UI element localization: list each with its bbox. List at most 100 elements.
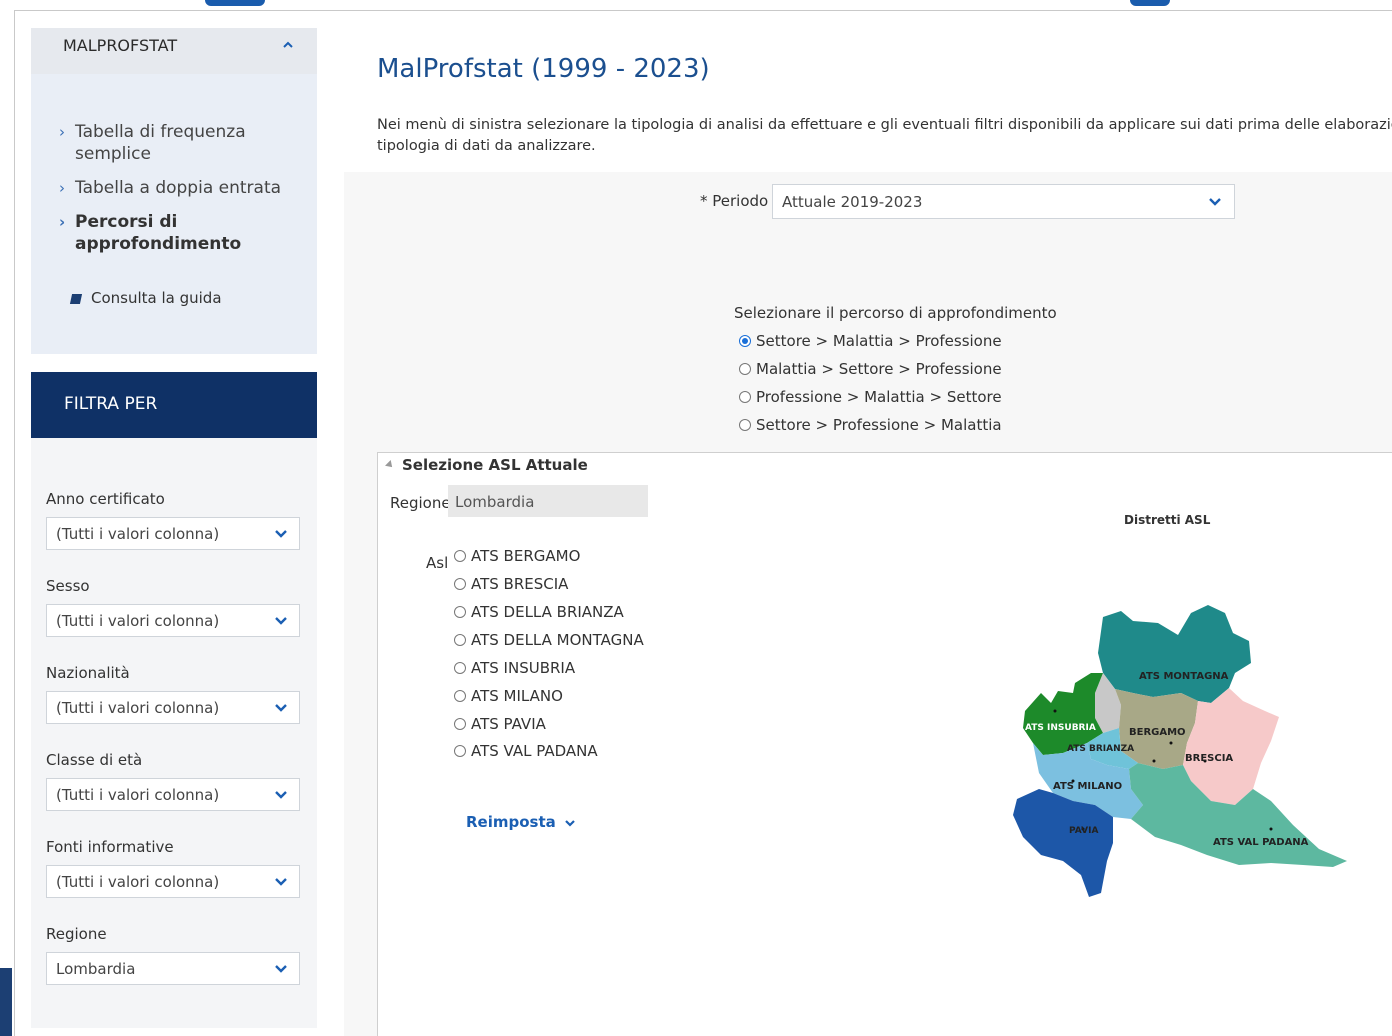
filter-select-sesso[interactable]: (Tutti i valori colonna) [46, 604, 300, 637]
reset-label: Reimposta [466, 813, 556, 831]
radio-button[interactable] [454, 634, 466, 646]
radio-button[interactable] [454, 578, 466, 590]
asl-option[interactable]: ATS DELLA BRIANZA [454, 603, 624, 621]
filter-select-regione[interactable]: Lombardia [46, 952, 300, 985]
chevron-right-icon: › [59, 123, 65, 141]
percorso-option[interactable]: Professione > Malattia > Settore [739, 388, 1002, 406]
radio-label: Professione > Malattia > Settore [756, 388, 1002, 406]
region-value: Lombardia [455, 493, 535, 511]
map-region-montagna [1098, 605, 1251, 703]
radio-button[interactable] [454, 606, 466, 618]
radio-button[interactable] [739, 419, 751, 431]
lombardia-map[interactable]: ATS MONTAGNA ATS INSUBRIA BERGAMO ATS BR… [1003, 593, 1348, 913]
frame-top-border [14, 10, 1392, 11]
asl-option[interactable]: ATS VAL PADANA [454, 742, 598, 760]
chevron-down-icon [1209, 198, 1221, 206]
guide-link[interactable]: Consulta la guida [69, 289, 222, 307]
nav-menu: › Tabella di frequenza semplice › Tabell… [31, 74, 317, 354]
asl-panel-toggle[interactable]: Selezione ASL Attuale [385, 456, 588, 474]
select-value: (Tutti i valori colonna) [56, 699, 220, 717]
guide-label: Consulta la guida [91, 289, 222, 307]
filter-select-classe-eta[interactable]: (Tutti i valori colonna) [46, 778, 300, 811]
select-value: Lombardia [56, 960, 136, 978]
asl-panel-title: Selezione ASL Attuale [402, 456, 588, 474]
nav-item-doppia-entrata[interactable]: › Tabella a doppia entrata [59, 177, 315, 199]
radio-button[interactable] [739, 363, 751, 375]
intro-line: tipologia di dati da analizzare. [377, 138, 596, 154]
region-field: Lombardia [448, 485, 648, 517]
asl-option[interactable]: ATS PAVIA [454, 715, 546, 733]
percorso-option[interactable]: Settore > Malattia > Professione [739, 332, 1002, 350]
map-label-pavia: PAVIA [1069, 826, 1098, 836]
filter-select-fonti[interactable]: (Tutti i valori colonna) [46, 865, 300, 898]
filter-select-nazionalita[interactable]: (Tutti i valori colonna) [46, 691, 300, 724]
asl-option-label: ATS BERGAMO [471, 547, 581, 565]
filter-panel: Anno certificato (Tutti i valori colonna… [31, 438, 317, 1028]
percorso-option[interactable]: Malattia > Settore > Professione [739, 360, 1002, 378]
asl-option-label: ATS DELLA BRIANZA [471, 603, 624, 621]
map-label-bergamo: BERGAMO [1129, 727, 1186, 738]
radio-button[interactable] [454, 718, 466, 730]
radio-button[interactable] [739, 391, 751, 403]
radio-label: Settore > Professione > Malattia [756, 416, 1002, 434]
nav-item-label: Tabella a doppia entrata [75, 178, 282, 198]
select-value: (Tutti i valori colonna) [56, 873, 220, 891]
map-label-brianza: ATS BRIANZA [1067, 744, 1134, 754]
map-label-montagna: ATS MONTAGNA [1139, 671, 1229, 682]
filter-label-fonti: Fonti informative [46, 838, 174, 856]
reset-button[interactable]: Reimposta [466, 813, 576, 831]
asl-option-label: ATS DELLA MONTAGNA [471, 631, 644, 649]
percorso-title: Selezionare il percorso di approfondimen… [734, 304, 1057, 322]
radio-button[interactable] [454, 550, 466, 562]
nav-item-percorsi[interactable]: › Percorsi di approfondimento [59, 211, 265, 255]
select-value: Attuale 2019-2023 [782, 193, 923, 211]
top-bar [0, 0, 1392, 10]
radio-button[interactable] [454, 662, 466, 674]
book-icon [69, 294, 83, 304]
asl-option-label: ATS VAL PADANA [471, 742, 598, 760]
asl-option[interactable]: ATS INSUBRIA [454, 659, 575, 677]
nav-header[interactable]: MALPROFSTAT [31, 28, 317, 74]
corner-decoration [0, 968, 12, 1036]
top-decoration [1130, 0, 1170, 6]
filter-label-sesso: Sesso [46, 577, 90, 595]
asl-option[interactable]: ATS BERGAMO [454, 547, 580, 565]
asl-panel: Selezione ASL Attuale Regione Lombardia … [377, 452, 1392, 1036]
region-label: Regione [390, 494, 451, 512]
chevron-right-icon: › [59, 179, 65, 197]
filter-label-nazionalita: Nazionalità [46, 664, 130, 682]
asl-option[interactable]: ATS BRESCIA [454, 575, 568, 593]
frame-left-border [14, 10, 15, 1036]
asl-option-label: ATS BRESCIA [471, 575, 569, 593]
radio-label: Malattia > Settore > Professione [756, 360, 1002, 378]
top-decoration [205, 0, 265, 6]
asl-option[interactable]: ATS DELLA MONTAGNA [454, 631, 644, 649]
chevron-down-icon [275, 704, 287, 712]
radio-button[interactable] [454, 745, 466, 757]
nav-header-title: MALPROFSTAT [63, 36, 178, 55]
nav-item-label: Tabella di frequenza semplice [75, 122, 246, 164]
radio-label: Settore > Malattia > Professione [756, 332, 1002, 350]
filter-select-anno[interactable]: (Tutti i valori colonna) [46, 517, 300, 550]
asl-option[interactable]: ATS MILANO [454, 687, 563, 705]
radio-button[interactable] [739, 335, 751, 347]
select-value: (Tutti i valori colonna) [56, 612, 220, 630]
page-title: MalProfstat (1999 - 2023) [377, 54, 710, 84]
map-label-valpadana: ATS VAL PADANA [1213, 837, 1309, 848]
intro-text: Nei menù di sinistra selezionare la tipo… [377, 115, 1392, 157]
periodo-select[interactable]: Attuale 2019-2023 [772, 184, 1235, 219]
asl-label: Asl [426, 554, 449, 572]
chevron-down-icon [564, 820, 575, 827]
chevron-down-icon [275, 530, 287, 538]
filter-label-anno: Anno certificato [46, 490, 165, 508]
select-value: (Tutti i valori colonna) [56, 525, 220, 543]
chevron-up-icon[interactable] [281, 38, 295, 52]
percorso-option[interactable]: Settore > Professione > Malattia [739, 416, 1002, 434]
map-label-insubria: ATS INSUBRIA [1025, 723, 1096, 733]
nav-item-frequenza[interactable]: › Tabella di frequenza semplice [59, 121, 285, 165]
radio-button[interactable] [454, 690, 466, 702]
collapse-triangle-icon [385, 460, 395, 470]
intro-line: Nei menù di sinistra selezionare la tipo… [377, 117, 1392, 133]
asl-option-label: ATS PAVIA [471, 715, 546, 733]
filter-label-classe-eta: Classe di età [46, 751, 143, 769]
